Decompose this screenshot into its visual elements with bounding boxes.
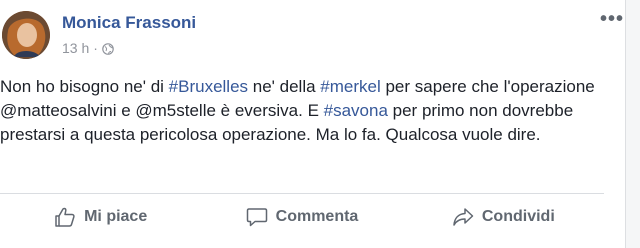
thumbs-up-icon [55,207,75,227]
post-meta: 13 h · [62,40,114,56]
share-label: Condividi [481,208,555,225]
comment-button[interactable]: Commenta [201,194,402,240]
globe-icon [102,42,114,55]
author-name[interactable]: Monica Frassoni [62,13,196,33]
share-icon [453,208,474,226]
share-button[interactable]: Condividi [403,194,604,240]
like-button[interactable]: Mi piace [0,194,201,240]
hashtag-link[interactable]: #savona [324,101,388,120]
post-text: Non ho bisogno ne' di #Bruxelles ne' del… [0,75,615,147]
hashtag-link[interactable]: #merkel [320,77,380,96]
more-options-icon[interactable]: ••• [600,9,624,29]
post-actions: Mi piace Commenta Condividi [0,194,604,240]
comment-label: Commenta [275,208,359,225]
post-text-segment: Non ho bisogno ne' di [0,77,169,96]
hashtag-link[interactable]: #Bruxelles [169,77,248,96]
post-text-segment: ne' della [248,77,321,96]
comment-icon [246,208,267,227]
scrollbar[interactable] [626,0,640,248]
avatar[interactable] [2,11,50,59]
meta-separator: · [93,40,98,56]
facebook-post: Monica Frassoni 13 h · ••• Non ho bisogn… [0,0,626,248]
post-timestamp[interactable]: 13 h [62,40,89,56]
like-label: Mi piace [84,208,148,225]
